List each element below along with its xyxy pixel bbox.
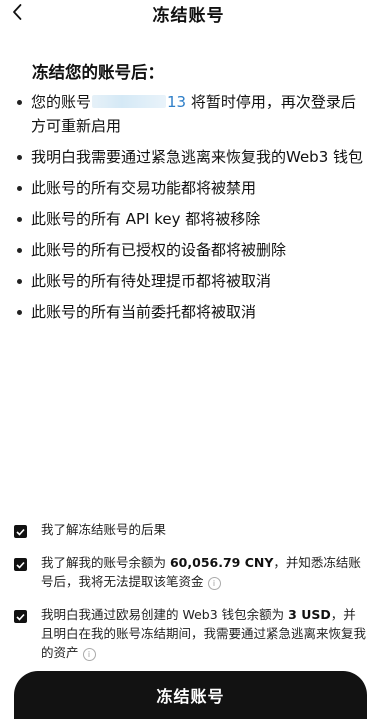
consequence-item: 此账号的所有交易功能都将被禁用 — [15, 176, 365, 200]
consequence-text: 此账号的所有待处理提币都将被取消 — [31, 272, 272, 290]
checkmark-icon — [16, 613, 25, 621]
bullet-icon — [15, 176, 31, 200]
consequences-heading: 冻结您的账号后： — [32, 63, 164, 82]
consequence-prefix: 您的账号 — [31, 93, 92, 111]
consequence-text: 我明白我需要通过紧急逃离来恢复我的Web3 钱包 — [31, 148, 364, 166]
checkmark-icon — [16, 561, 25, 569]
acknowledgement-consequences[interactable]: 我了解冻结账号的后果 — [14, 520, 366, 539]
consequences-list: 您的账号 13 将暂时停用，再次登录后方可重新启用 我明白我需要通过紧急逃离来恢复… — [15, 90, 365, 331]
consequence-text: 此账号的所有 API key 都将被移除 — [31, 210, 261, 228]
acknowledgement-text: 我明白我通过欧易创建的 Web3 钱包余额为 — [41, 607, 289, 622]
consequence-item: 此账号的所有当前委托都将被取消 — [15, 300, 365, 324]
top-bar: 冻结账号 — [0, 0, 377, 26]
consequence-item: 您的账号 13 将暂时停用，再次登录后方可重新启用 — [15, 90, 365, 138]
freeze-account-button[interactable]: 冻结账号 — [14, 671, 367, 719]
account-number-tail: 13 — [167, 93, 187, 111]
checkbox-checked[interactable] — [14, 558, 27, 571]
checkbox-checked[interactable] — [14, 525, 27, 538]
acknowledgement-balance[interactable]: 我了解我的账号余额为 60,056.79 CNY，并知悉冻结账号后，我将无法提取… — [14, 553, 366, 591]
bullet-icon — [15, 238, 31, 262]
web3-wallet-balance-value: 3 USD — [288, 607, 331, 622]
bullet-icon — [15, 207, 31, 231]
bullet-icon — [15, 145, 31, 169]
bullet-icon — [15, 300, 31, 324]
bullet-icon — [15, 269, 31, 293]
consequence-text: 此账号的所有已授权的设备都将被删除 — [31, 241, 287, 259]
checkbox-checked[interactable] — [14, 610, 27, 623]
info-icon[interactable]: i — [82, 648, 96, 661]
consequence-item: 此账号的所有 API key 都将被移除 — [15, 207, 365, 231]
acknowledgement-text: 我了解我的账号余额为 — [41, 555, 170, 570]
acknowledgement-text: 我了解冻结账号的后果 — [41, 522, 167, 537]
acknowledgement-list: 我了解冻结账号的后果 我了解我的账号余额为 60,056.79 CNY，并知悉冻… — [14, 520, 366, 662]
account-balance-value: 60,056.79 CNY — [169, 555, 274, 570]
masked-account-number — [92, 95, 167, 108]
bullet-icon — [15, 90, 31, 138]
page-title: 冻结账号 — [152, 6, 225, 26]
consequence-item: 此账号的所有待处理提币都将被取消 — [15, 269, 365, 293]
consequence-item: 我明白我需要通过紧急逃离来恢复我的Web3 钱包 — [15, 145, 365, 169]
consequence-text: 此账号的所有交易功能都将被禁用 — [31, 179, 257, 197]
acknowledgement-web3-wallet[interactable]: 我明白我通过欧易创建的 Web3 钱包余额为 3 USD，并且明白在我的账号冻结… — [14, 605, 366, 662]
consequence-text: 此账号的所有当前委托都将被取消 — [31, 303, 257, 321]
checkmark-icon — [16, 528, 25, 536]
info-icon[interactable]: i — [207, 577, 221, 590]
consequence-item: 此账号的所有已授权的设备都将被删除 — [15, 238, 365, 262]
